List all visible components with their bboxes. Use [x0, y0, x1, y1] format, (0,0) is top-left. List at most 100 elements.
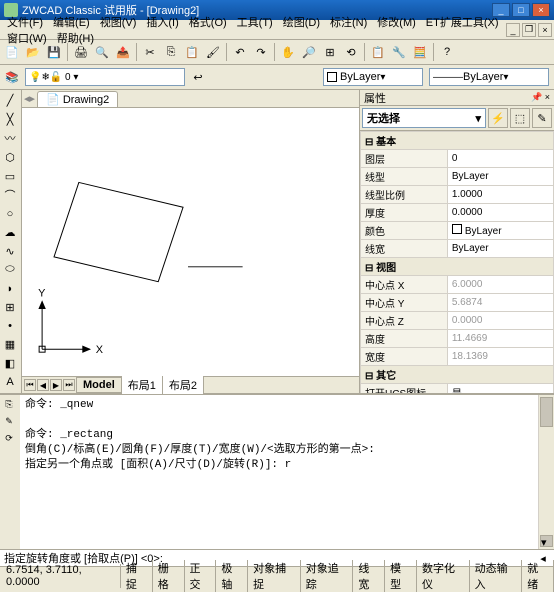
status-button[interactable]: 正交: [185, 560, 217, 592]
layer-prev-icon[interactable]: ↩: [188, 67, 208, 87]
maximize-button[interactable]: □: [512, 3, 530, 17]
status-button[interactable]: 模型: [385, 560, 417, 592]
prop-value[interactable]: 0.0000: [447, 312, 553, 330]
prop-value[interactable]: 0.0000: [447, 204, 553, 222]
tab-next-icon[interactable]: ▶: [50, 379, 62, 391]
menu-item[interactable]: 插入(I): [141, 15, 183, 31]
calc-icon[interactable]: 🧮: [410, 42, 430, 62]
menu-item[interactable]: ET扩展工具(X): [421, 15, 504, 31]
tab-prev-icon[interactable]: ◀: [37, 379, 49, 391]
prop-value[interactable]: 5.6874: [447, 294, 553, 312]
tool-icon[interactable]: 🔧: [389, 42, 409, 62]
prop-value[interactable]: 是: [447, 384, 553, 394]
menu-item[interactable]: 绘图(D): [278, 15, 325, 31]
cloud-icon[interactable]: ☁: [1, 224, 19, 242]
properties-grid[interactable]: ⊟ 基本图层0线型ByLayer线型比例1.0000厚度0.0000颜色ByLa…: [360, 131, 554, 393]
prop-group[interactable]: ⊟ 视图: [361, 258, 554, 276]
redo-icon[interactable]: ↷: [251, 42, 271, 62]
layout1-tab[interactable]: 布局1: [121, 375, 163, 395]
prop-value[interactable]: 6.0000: [447, 276, 553, 294]
paste-icon[interactable]: 📋: [182, 42, 202, 62]
doc-minimize-button[interactable]: _: [506, 23, 520, 37]
preview-icon[interactable]: 🔍: [92, 42, 112, 62]
cmd-tool3-icon[interactable]: ⟳: [1, 430, 17, 446]
status-button[interactable]: 数字化仪: [417, 560, 470, 592]
prop-value[interactable]: 18.1369: [447, 348, 553, 366]
zoom-window-icon[interactable]: ⊞: [320, 42, 340, 62]
status-button[interactable]: 捕捉: [121, 560, 153, 592]
save-icon[interactable]: 💾: [44, 42, 64, 62]
prop-value[interactable]: ByLayer: [447, 240, 553, 258]
prop-group[interactable]: ⊟ 其它: [361, 366, 554, 384]
selectobj-icon[interactable]: ⬚: [510, 108, 530, 128]
menu-item[interactable]: 文件(F): [2, 15, 48, 31]
menu-item[interactable]: 格式(O): [184, 15, 232, 31]
properties-icon[interactable]: 📋: [368, 42, 388, 62]
selection-combo[interactable]: 无选择▾: [362, 108, 486, 128]
prop-value[interactable]: 11.4669: [447, 330, 553, 348]
status-button[interactable]: 线宽: [353, 560, 385, 592]
pin-icon[interactable]: 📌 ×: [531, 92, 550, 103]
status-button[interactable]: 就绪: [522, 560, 554, 592]
circle-icon[interactable]: ○: [1, 205, 19, 223]
status-button[interactable]: 动态输入: [470, 560, 523, 592]
pickadd-icon[interactable]: ✎: [532, 108, 552, 128]
model-tab[interactable]: Model: [76, 377, 122, 393]
status-button[interactable]: 对象追踪: [301, 560, 354, 592]
prop-value[interactable]: 0: [447, 150, 553, 168]
tab-last-icon[interactable]: ⏭: [63, 379, 75, 391]
ellipse-icon[interactable]: ⬭: [1, 261, 19, 279]
doc-close-button[interactable]: ×: [538, 23, 552, 37]
rect-icon[interactable]: ▭: [1, 167, 19, 185]
prop-group[interactable]: ⊟ 基本: [361, 132, 554, 150]
print-icon[interactable]: 🖨: [71, 42, 91, 62]
publish-icon[interactable]: 📤: [113, 42, 133, 62]
status-button[interactable]: 栅格: [153, 560, 185, 592]
layout2-tab[interactable]: 布局2: [162, 375, 204, 395]
cut-icon[interactable]: ✂: [140, 42, 160, 62]
block-icon[interactable]: ⊞: [1, 298, 19, 316]
region-icon[interactable]: ◧: [1, 355, 19, 373]
hatch-icon[interactable]: ▦: [1, 336, 19, 354]
copy-icon[interactable]: ⎘: [161, 42, 181, 62]
spline-icon[interactable]: ∿: [1, 242, 19, 260]
xline-icon[interactable]: ╳: [1, 111, 19, 129]
color-combo[interactable]: ByLayer ▾: [323, 68, 423, 86]
point-icon[interactable]: •: [1, 317, 19, 335]
prop-value[interactable]: ByLayer: [447, 168, 553, 186]
drawing-canvas[interactable]: X Y: [22, 108, 359, 376]
new-icon[interactable]: 📄: [2, 42, 22, 62]
pan-icon[interactable]: ✋: [278, 42, 298, 62]
text-icon[interactable]: A: [1, 373, 19, 391]
menu-item[interactable]: 修改(M): [372, 15, 421, 31]
open-icon[interactable]: 📂: [23, 42, 43, 62]
ellipse-arc-icon[interactable]: ◗: [1, 280, 19, 298]
zoom-icon[interactable]: 🔎: [299, 42, 319, 62]
undo-icon[interactable]: ↶: [230, 42, 250, 62]
cmd-tool1-icon[interactable]: ⎘: [1, 396, 17, 412]
tab-nav-icon[interactable]: ◂▸: [24, 92, 35, 105]
pline-icon[interactable]: 〰: [1, 129, 19, 147]
quickselect-icon[interactable]: ⚡: [488, 108, 508, 128]
doc-restore-button[interactable]: ❐: [522, 23, 536, 37]
polygon-icon[interactable]: ⬡: [1, 148, 19, 166]
menu-item[interactable]: 标注(N): [325, 15, 372, 31]
match-icon[interactable]: 🖌: [203, 42, 223, 62]
zoom-prev-icon[interactable]: ⟲: [341, 42, 361, 62]
arc-icon[interactable]: ⌒: [1, 186, 19, 204]
help-icon[interactable]: ?: [437, 42, 457, 62]
tab-first-icon[interactable]: ⏮: [24, 379, 36, 391]
status-button[interactable]: 对象捕捉: [248, 560, 301, 592]
layer-combo[interactable]: 💡❄🔓 0 ▾: [25, 68, 185, 86]
drawing-tab[interactable]: 📄 Drawing2: [37, 91, 118, 107]
status-button[interactable]: 极轴: [216, 560, 248, 592]
command-scrollbar[interactable]: ▾: [538, 395, 554, 549]
prop-value[interactable]: ByLayer: [447, 222, 553, 240]
cmd-tool2-icon[interactable]: ✎: [1, 413, 17, 429]
prop-value[interactable]: 1.0000: [447, 186, 553, 204]
linetype-combo[interactable]: ——— ByLayer ▾: [429, 68, 549, 86]
menu-item[interactable]: 工具(T): [232, 15, 278, 31]
layer-manager-icon[interactable]: 📚: [2, 67, 22, 87]
menu-item[interactable]: 编辑(E): [48, 15, 95, 31]
menu-item[interactable]: 视图(V): [95, 15, 142, 31]
